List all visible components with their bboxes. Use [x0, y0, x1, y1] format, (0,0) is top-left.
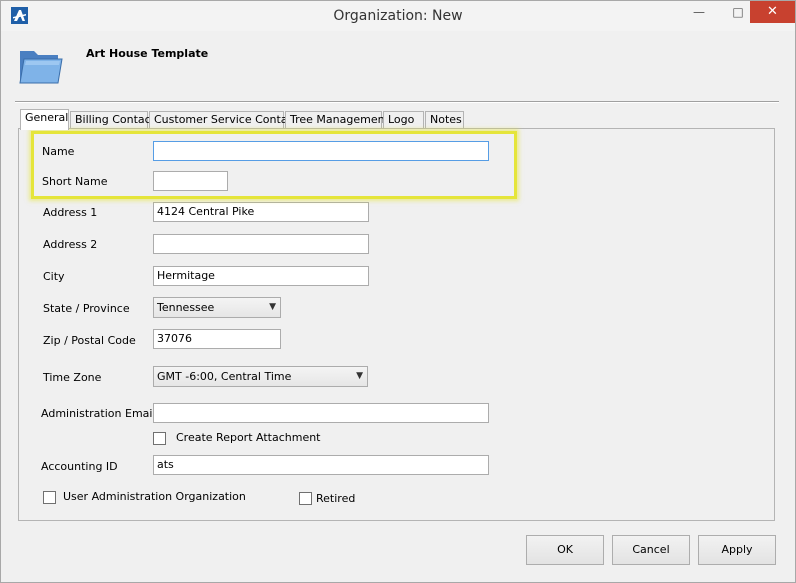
timezone-select-value: GMT -6:00, Central Time: [157, 370, 292, 383]
state-select-value: Tennessee: [157, 301, 215, 314]
zip-input[interactable]: 37076: [153, 329, 281, 349]
title-bar: Organization: New — □ ✕: [1, 1, 795, 31]
zip-label: Zip / Postal Code: [43, 334, 136, 347]
folder-icon: [19, 51, 63, 84]
close-button[interactable]: ✕: [750, 1, 795, 23]
tab-customer-service-contact[interactable]: Customer Service Contact: [149, 111, 298, 129]
city-label: City: [43, 270, 65, 283]
report-attachment-label: Create Report Attachment: [176, 431, 321, 444]
window-title: Organization: New: [333, 8, 463, 24]
tab-general[interactable]: General: [20, 109, 69, 130]
name-input[interactable]: [153, 141, 489, 161]
timezone-select[interactable]: GMT -6:00, Central Time ▼: [153, 366, 368, 387]
ok-button[interactable]: OK: [526, 535, 604, 565]
state-label: State / Province: [43, 302, 130, 315]
cancel-button[interactable]: Cancel: [612, 535, 690, 565]
tab-tree-management[interactable]: Tree Management: [285, 111, 389, 129]
tab-billing-contact[interactable]: Billing Contact: [70, 111, 155, 129]
short-name-label: Short Name: [42, 175, 108, 188]
address2-label: Address 2: [43, 238, 98, 251]
timezone-label: Time Zone: [43, 371, 102, 384]
user-admin-org-label: User Administration Organization: [63, 490, 246, 503]
address1-input[interactable]: 4124 Central Pike: [153, 202, 369, 222]
address1-label: Address 1: [43, 206, 98, 219]
tab-logo[interactable]: Logo: [383, 111, 424, 129]
maximize-button[interactable]: □: [723, 1, 753, 23]
retired-checkbox[interactable]: [299, 492, 312, 505]
admin-email-input[interactable]: [153, 403, 489, 423]
minimize-button[interactable]: —: [684, 1, 714, 23]
report-attachment-checkbox[interactable]: [153, 432, 166, 445]
accounting-id-input[interactable]: ats: [153, 455, 489, 475]
chevron-down-icon: ▼: [356, 371, 363, 381]
template-title: Art House Template: [86, 47, 209, 60]
short-name-input[interactable]: [153, 171, 228, 191]
apply-button[interactable]: Apply: [698, 535, 776, 565]
address2-input[interactable]: [153, 234, 369, 254]
header-separator: [15, 101, 779, 103]
tab-notes[interactable]: Notes: [425, 111, 464, 129]
chevron-down-icon: ▼: [269, 302, 276, 312]
name-label: Name: [42, 145, 75, 158]
user-admin-org-checkbox[interactable]: [43, 491, 56, 504]
accounting-id-label: Accounting ID: [41, 460, 118, 473]
admin-email-label: Administration Email: [41, 407, 156, 420]
state-select[interactable]: Tennessee ▼: [153, 297, 281, 318]
retired-label: Retired: [316, 492, 356, 505]
city-input[interactable]: Hermitage: [153, 266, 369, 286]
organization-dialog: Organization: New — □ ✕ Art House Templa…: [0, 0, 796, 583]
